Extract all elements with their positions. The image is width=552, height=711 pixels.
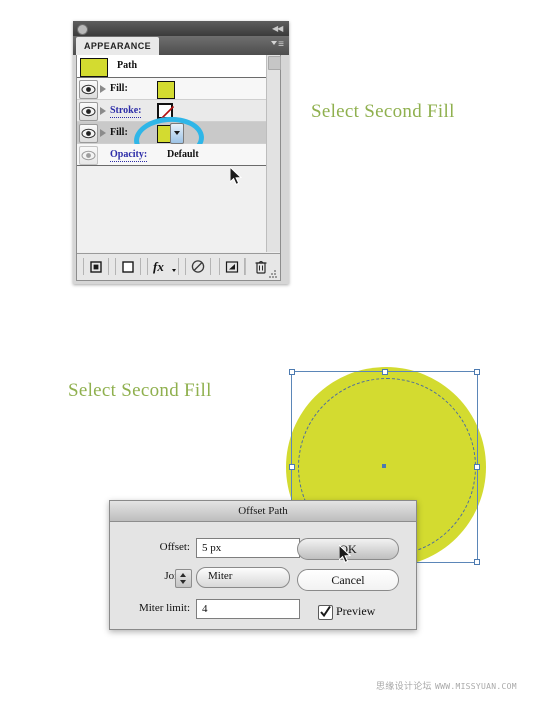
row-label-opacity[interactable]: Opacity:: [110, 149, 148, 162]
filled-square-icon: [90, 261, 102, 273]
tab-appearance[interactable]: APPEARANCE: [76, 37, 160, 55]
selection-handle-bottom-right[interactable]: [474, 559, 480, 565]
panel-resize-grip[interactable]: [269, 270, 277, 278]
selection-handle-top-right[interactable]: [474, 369, 480, 375]
annotation-heading-top: Select Second Fill: [311, 101, 455, 122]
offset-label: Offset:: [159, 541, 190, 553]
row-label-fill-1: Fill:: [110, 83, 128, 94]
panel-tabbar: APPEARANCE ≡: [73, 36, 289, 55]
eye-icon: [81, 84, 96, 95]
row-label-stroke[interactable]: Stroke:: [110, 105, 142, 118]
miter-limit-label: Miter limit:: [138, 602, 190, 614]
miter-limit-input[interactable]: 4: [196, 599, 300, 619]
preview-label[interactable]: Preview: [336, 604, 375, 619]
panel-scrollbar-thumb[interactable]: [268, 56, 281, 70]
annotation-heading-bottom: Select Second Fill: [68, 380, 212, 401]
panel-scrollbar[interactable]: [266, 55, 281, 252]
no-symbol-icon: [191, 260, 205, 273]
duplicate-icon: [225, 261, 239, 273]
clear-appearance-button[interactable]: [185, 258, 211, 275]
opacity-value[interactable]: Default: [167, 149, 199, 160]
disclosure-triangle-fill-2[interactable]: [100, 129, 106, 137]
panel-titlebar[interactable]: ◀◀: [73, 21, 289, 37]
eye-icon: [81, 150, 96, 161]
appearance-row-fill-1[interactable]: Fill:: [77, 78, 268, 100]
row-label-fill-2: Fill:: [110, 127, 128, 138]
appearance-row-fill-2[interactable]: Fill:: [77, 114, 268, 164]
appearance-panel-footer: fx: [77, 253, 280, 280]
selection-handle-top-left[interactable]: [289, 369, 295, 375]
add-new-stroke-button[interactable]: [83, 258, 109, 275]
empty-square-icon: [122, 261, 134, 273]
visibility-toggle-stroke[interactable]: [79, 102, 98, 121]
visibility-toggle-opacity[interactable]: [79, 146, 98, 165]
appearance-row-opacity[interactable]: Opacity: Default: [77, 144, 268, 166]
watermark: 思缘设计论坛 WWW.MISSYUAN.COM: [376, 679, 517, 692]
preview-checkbox[interactable]: [318, 605, 333, 620]
appearance-panel: ◀◀ APPEARANCE ≡ Path Fill: Stroke: Fill:…: [73, 21, 289, 284]
panel-menu-icon[interactable]: ≡: [271, 40, 284, 50]
dialog-titlebar[interactable]: Offset Path: [110, 501, 416, 522]
add-new-effect-button[interactable]: fx: [147, 258, 179, 275]
selection-handle-middle-left[interactable]: [289, 464, 295, 470]
path-title: Path: [117, 60, 137, 71]
selection-handle-top-center[interactable]: [381, 369, 388, 375]
joins-stepper-icon[interactable]: [175, 569, 192, 588]
panel-close-icon[interactable]: [77, 24, 88, 35]
selection-handle-middle-right[interactable]: [474, 464, 480, 470]
appearance-list: Path Fill: Stroke: Fill: Opacity: Defaul…: [77, 55, 268, 252]
visibility-toggle-fill-1[interactable]: [79, 80, 98, 99]
svg-text:fx: fx: [153, 259, 164, 274]
eye-icon: [81, 128, 96, 139]
visibility-toggle-fill-2[interactable]: [79, 124, 98, 143]
appearance-panel-body: Path Fill: Stroke: Fill: Opacity: Defaul…: [76, 55, 281, 281]
duplicate-item-button[interactable]: [219, 258, 245, 275]
checkmark-icon: [320, 605, 331, 618]
cancel-button[interactable]: Cancel: [297, 569, 399, 591]
fx-icon: fx: [153, 259, 176, 274]
path-thumbnail: [80, 58, 108, 77]
watermark-url: WWW.MISSYUAN.COM: [434, 682, 517, 691]
mouse-cursor-icon-dialog: [339, 545, 352, 564]
joins-select-value: Miter: [208, 570, 233, 582]
offset-input[interactable]: 5 px: [196, 538, 300, 558]
mouse-cursor-icon: [230, 167, 243, 186]
eye-icon: [81, 106, 96, 117]
collapse-chevrons-icon[interactable]: ◀◀: [272, 25, 284, 33]
fill-color-swatch-1[interactable]: [157, 81, 175, 99]
shape-center-point: [382, 464, 386, 468]
dialog-title: Offset Path: [238, 505, 288, 517]
appearance-header-row[interactable]: Path: [77, 55, 268, 78]
disclosure-triangle-stroke[interactable]: [100, 107, 106, 115]
disclosure-triangle-fill-1[interactable]: [100, 85, 106, 93]
add-new-fill-button[interactable]: [115, 258, 141, 275]
watermark-site-name: 思缘设计论坛: [376, 682, 432, 692]
